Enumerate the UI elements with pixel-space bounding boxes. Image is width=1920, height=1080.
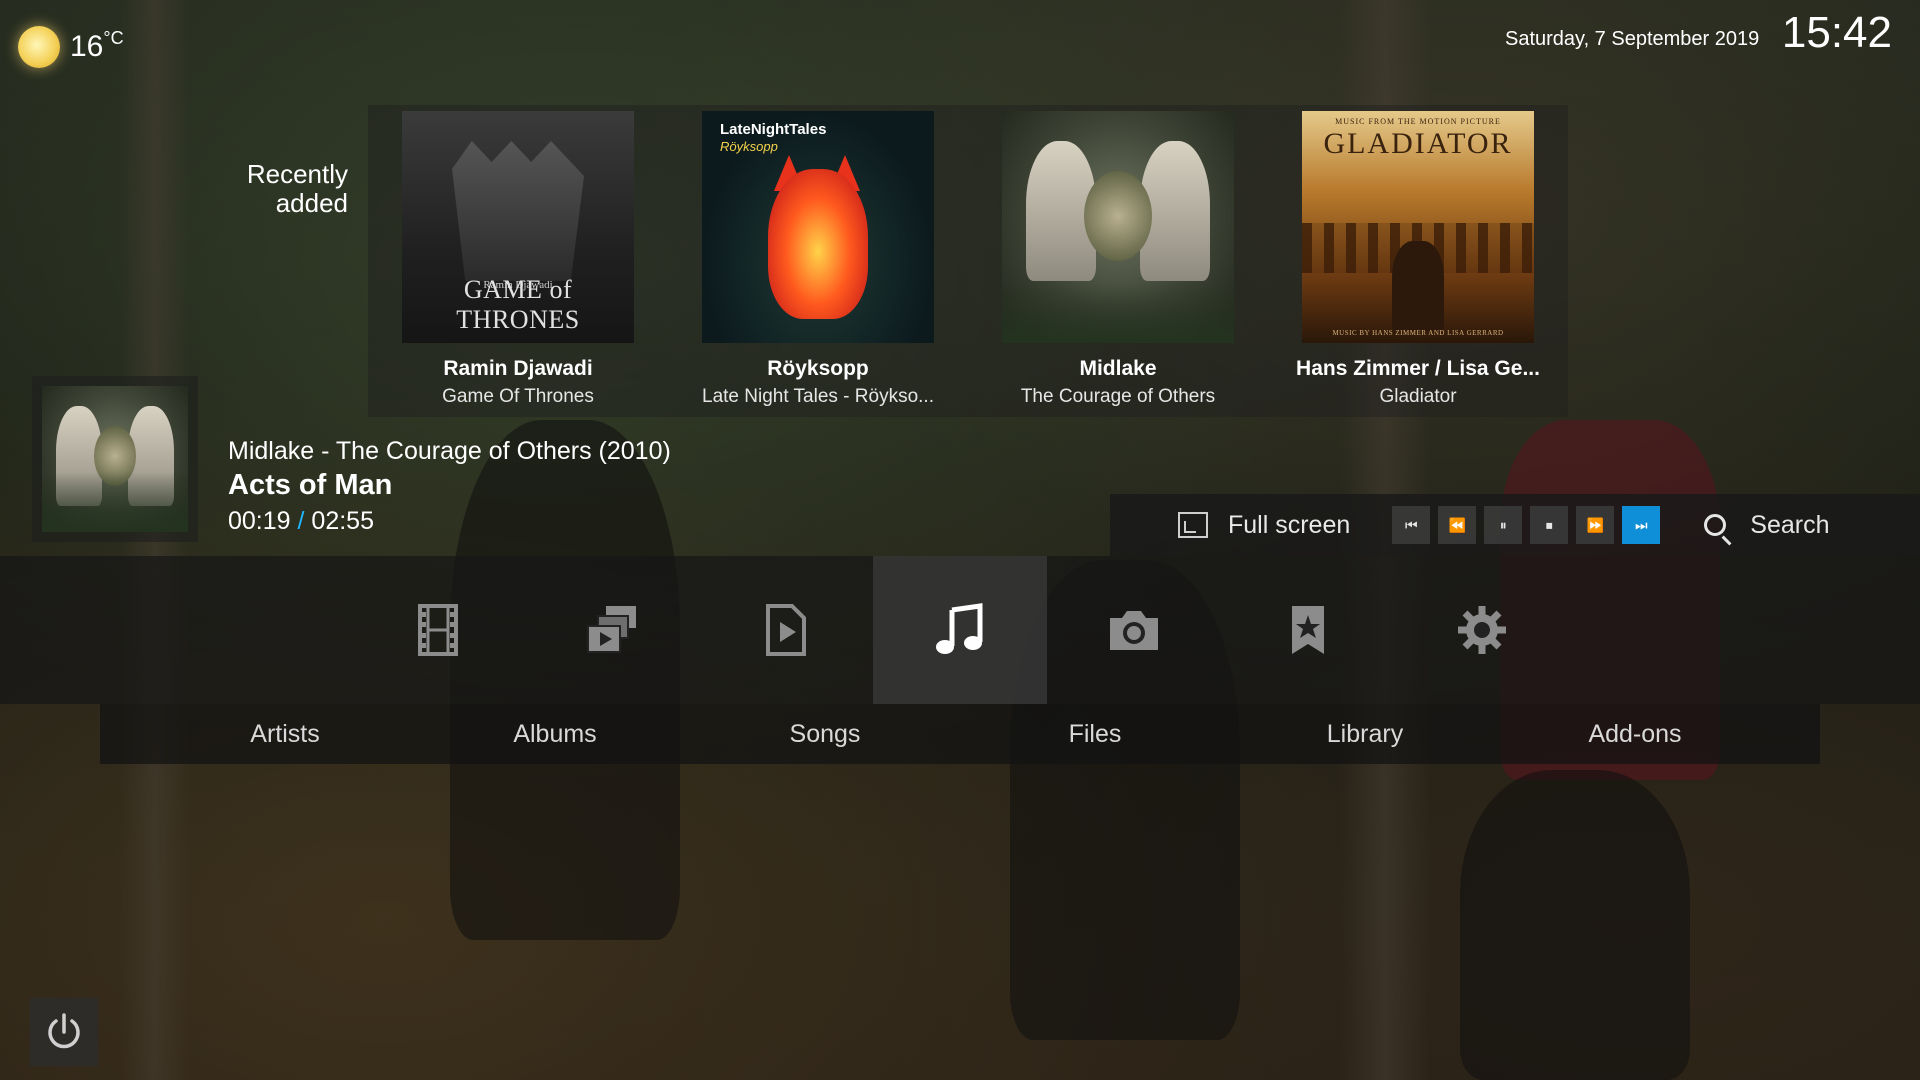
item-album: The Courage of Others <box>1020 386 1216 407</box>
fast-forward-icon: ⏩ <box>1586 516 1604 533</box>
total-time: 02:55 <box>311 507 374 535</box>
clock: 15:42 <box>1781 8 1892 57</box>
pause-icon: ⏸ <box>1499 516 1507 533</box>
skip-previous-icon: ⏮ <box>1404 516 1418 533</box>
recently-added-item[interactable]: Ramin Djawadi GAME of THRONES Ramin Djaw… <box>368 105 668 417</box>
submenu-item-albums[interactable]: Albums <box>445 704 665 764</box>
submenu: Artists Albums Songs Files Library Add-o… <box>100 704 1820 764</box>
music-videos-icon <box>766 604 806 656</box>
item-album: Game Of Thrones <box>442 386 594 407</box>
now-playing-album: Midlake - The Courage of Others (2010) <box>228 437 671 465</box>
album-cover: LateNightTales Röyksopp <box>702 111 934 343</box>
now-playing-track: Acts of Man <box>228 469 393 501</box>
menu-item-settings[interactable] <box>1395 556 1569 704</box>
pictures-icon <box>1110 611 1158 650</box>
submenu-item-artists[interactable]: Artists <box>175 704 395 764</box>
sun-icon <box>18 26 60 68</box>
item-artist: Röyksopp <box>767 357 869 380</box>
recently-added-item[interactable]: Midlake The Courage of Others <box>968 105 1268 417</box>
menu-item-music[interactable] <box>873 556 1047 704</box>
skip-next-icon: ⏭ <box>1634 516 1648 533</box>
recently-added-label: Recently added <box>246 159 348 218</box>
submenu-item-library[interactable]: Library <box>1255 704 1475 764</box>
album-cover <box>1002 111 1234 343</box>
favourites-icon <box>1292 606 1324 654</box>
time-separator: / <box>297 507 305 535</box>
item-artist: Midlake <box>1079 357 1157 380</box>
weather-widget: 16 °C <box>18 26 124 68</box>
item-artist: Hans Zimmer / Lisa Ge... <box>1296 357 1540 380</box>
menu-item-music-videos[interactable] <box>699 556 873 704</box>
fullscreen-label: Full screen <box>1228 510 1351 539</box>
recently-added-item[interactable]: MUSIC FROM THE MOTION PICTURE GLADIATOR … <box>1268 105 1568 417</box>
rewind-icon: ⏪ <box>1448 516 1466 533</box>
music-icon <box>936 603 983 654</box>
power-button[interactable] <box>30 998 98 1066</box>
search-icon <box>1704 514 1727 536</box>
settings-icon <box>1458 606 1506 654</box>
menu-item-movies[interactable] <box>351 556 525 704</box>
skip-previous-button[interactable]: ⏮ <box>1392 506 1431 544</box>
album-cover: MUSIC FROM THE MOTION PICTURE GLADIATOR … <box>1302 111 1534 343</box>
now-playing-thumbnail[interactable] <box>32 376 198 542</box>
date: Saturday, 7 September 2019 <box>1505 28 1760 50</box>
album-cover <box>42 386 188 532</box>
submenu-item-songs[interactable]: Songs <box>715 704 935 764</box>
search-label: Search <box>1750 510 1830 539</box>
transport-buttons: ⏮ ⏪ ⏸ ⏹ ⏩ ⏭ <box>1392 506 1661 544</box>
now-playing-time: 00:19 / 02:55 <box>228 507 374 536</box>
search-button[interactable]: Search <box>1704 511 1829 540</box>
power-icon <box>48 1013 80 1049</box>
tv-shows-icon <box>587 606 636 653</box>
temperature: 16 <box>70 30 104 63</box>
item-artist: Ramin Djawadi <box>443 357 593 380</box>
fullscreen-icon <box>1178 512 1208 538</box>
fast-forward-button[interactable]: ⏩ <box>1576 506 1615 544</box>
recently-added-item[interactable]: LateNightTales Röyksopp Röyksopp Late Ni… <box>668 105 968 417</box>
menu-item-pictures[interactable] <box>1047 556 1221 704</box>
item-album: Late Night Tales - Röykso... <box>702 386 934 407</box>
fullscreen-button[interactable]: Full screen <box>1178 511 1350 540</box>
elapsed-time: 00:19 <box>228 507 291 535</box>
background-figure <box>1460 770 1690 1080</box>
temperature-unit: °C <box>103 28 124 48</box>
rewind-button[interactable]: ⏪ <box>1438 506 1477 544</box>
item-album: Gladiator <box>1379 386 1457 407</box>
main-menu <box>0 556 1920 704</box>
album-cover: Ramin Djawadi GAME of THRONES <box>402 111 634 343</box>
pause-button[interactable]: ⏸ <box>1484 506 1523 544</box>
recently-added-shelf: Ramin Djawadi GAME of THRONES Ramin Djaw… <box>368 105 1568 417</box>
menu-item-favourites[interactable] <box>1221 556 1395 704</box>
submenu-item-add-ons[interactable]: Add-ons <box>1525 704 1745 764</box>
stop-icon: ⏹ <box>1545 516 1553 533</box>
submenu-item-files[interactable]: Files <box>985 704 1205 764</box>
skip-next-button[interactable]: ⏭ <box>1622 506 1661 544</box>
movies-icon <box>418 604 458 656</box>
menu-item-tv-shows[interactable] <box>525 556 699 704</box>
player-controls: Full screen ⏮ ⏪ ⏸ ⏹ ⏩ ⏭ Search <box>1110 494 1920 556</box>
stop-button[interactable]: ⏹ <box>1530 506 1569 544</box>
